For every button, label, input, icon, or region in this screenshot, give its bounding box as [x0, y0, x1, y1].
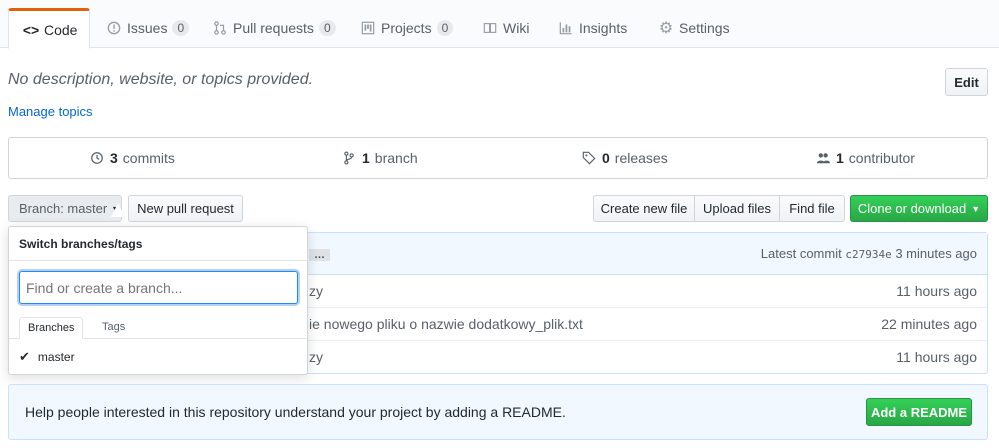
issues-counter: 0 [172, 20, 190, 36]
releases-link[interactable]: 0 releases [581, 138, 668, 178]
tab-projects-label: Projects [381, 20, 432, 36]
issue-icon [106, 20, 122, 36]
tab-pull-requests[interactable]: Pull requests 0 [198, 8, 350, 48]
edit-button[interactable]: Edit [945, 68, 988, 96]
tab-branches[interactable]: Branches [19, 317, 84, 339]
contributor-label: contributor [848, 150, 915, 166]
branch-item-master[interactable]: ✔ master [19, 349, 75, 365]
contributors-link[interactable]: 1 contributor [815, 138, 915, 178]
pull-requests-counter: 0 [318, 20, 336, 36]
branch-count: 1 [362, 150, 370, 166]
manage-topics-link[interactable]: Manage topics [8, 104, 93, 119]
branch-filter-input[interactable] [19, 271, 298, 304]
check-icon: ✔ [19, 349, 30, 364]
create-new-file-button[interactable]: Create new file [593, 195, 695, 222]
caret-down-icon: ▼ [971, 203, 981, 214]
mouse-cursor-icon [111, 203, 125, 217]
repo-description: No description, website, or topics provi… [8, 71, 314, 88]
find-file-button[interactable]: Find file [779, 195, 845, 222]
history-icon [89, 150, 105, 166]
clone-or-download-button[interactable]: Clone or download ▼ [850, 195, 988, 222]
people-icon [815, 150, 831, 166]
branch-icon [341, 150, 357, 166]
ellipsis-button[interactable]: … [309, 249, 330, 261]
gear-icon: ⚙ [658, 20, 674, 37]
add-readme-button[interactable]: Add a README [866, 398, 972, 426]
tab-issues[interactable]: Issues 0 [92, 8, 203, 48]
latest-commit-label: Latest commit [760, 246, 842, 261]
latest-commit-info: Latest commit c27934e 3 minutes ago [761, 246, 977, 261]
new-pull-request-button[interactable]: New pull request [128, 195, 243, 222]
commit-message-link[interactable]: ie nowego pliku o nazwie dodatkowy_plik.… [309, 316, 583, 332]
commit-message-link[interactable]: zy [309, 349, 323, 365]
tab-code-label: Code [44, 21, 78, 38]
tab-pull-requests-label: Pull requests [233, 20, 314, 36]
file-age: 11 hours ago [896, 283, 977, 299]
commits-count: 3 [110, 150, 118, 166]
tab-tags[interactable]: Tags [94, 317, 133, 339]
tab-settings-label: Settings [679, 20, 730, 36]
project-icon [360, 20, 376, 36]
commit-sha-link[interactable]: c27934e [845, 248, 891, 261]
tab-code[interactable]: <> Code [8, 8, 90, 49]
file-age: 11 hours ago [896, 349, 977, 365]
tab-wiki-label: Wiki [503, 20, 530, 36]
branch-select-label: Branch: master [19, 201, 108, 216]
book-icon [482, 20, 498, 36]
pull-request-icon [212, 20, 228, 36]
branch-select-button[interactable]: Branch: master ▼ [8, 195, 122, 222]
numbers-summary: 3 commits 1 branch 0 releases 1 contribu… [8, 137, 988, 179]
tab-projects[interactable]: Projects 0 [346, 8, 467, 48]
tab-settings[interactable]: ⚙ Settings [644, 8, 744, 48]
graph-icon [558, 20, 574, 36]
file-age: 22 minutes ago [881, 316, 977, 332]
commits-label: commits [122, 150, 175, 166]
contributor-count: 1 [836, 150, 844, 166]
releases-count: 0 [602, 150, 610, 166]
tab-wiki[interactable]: Wiki [468, 8, 543, 48]
branch-link[interactable]: 1 branch [341, 138, 418, 178]
commit-age: 3 minutes ago [895, 246, 977, 261]
repo-nav: <> Code Issues 0 Pull requests 0 Project… [0, 0, 999, 49]
branch-item-label: master [37, 350, 75, 364]
commit-message-link[interactable]: zy [309, 283, 323, 299]
code-icon: <> [22, 21, 40, 38]
branch-dropdown: Switch branches/tags Branches Tags ✔ mas… [8, 226, 308, 375]
upload-files-button[interactable]: Upload files [694, 195, 780, 222]
projects-counter: 0 [436, 20, 454, 36]
releases-label: releases [614, 150, 668, 166]
clone-label: Clone or download [857, 201, 967, 216]
readme-prompt: Help people interested in this repositor… [8, 384, 988, 440]
tab-insights[interactable]: Insights [544, 8, 641, 48]
commits-link[interactable]: 3 commits [89, 138, 175, 178]
tab-issues-label: Issues [127, 20, 168, 36]
tab-insights-label: Insights [579, 20, 628, 36]
branch-label: branch [374, 150, 418, 166]
dropdown-title: Switch branches/tags [9, 227, 307, 261]
tag-icon [581, 150, 597, 166]
readme-prompt-text: Help people interested in this repositor… [25, 404, 566, 420]
